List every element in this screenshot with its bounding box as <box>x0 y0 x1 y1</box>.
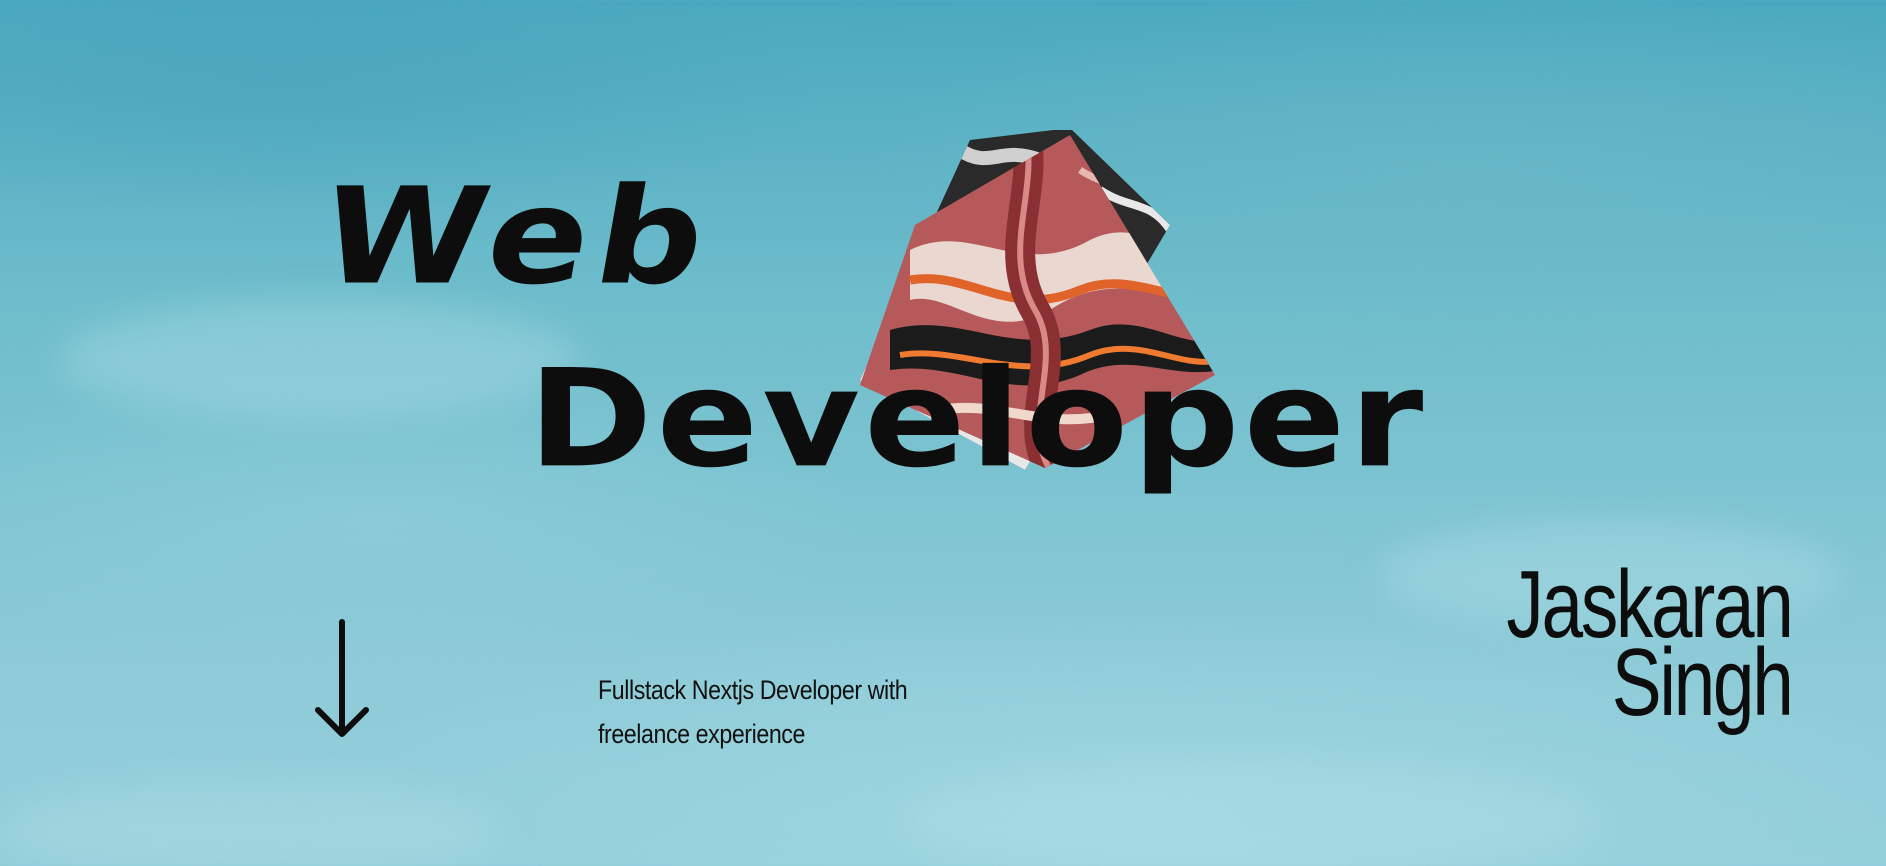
hero-tagline: Fullstack Nextjs Developer with freelanc… <box>598 675 908 749</box>
background-cloud <box>0 780 500 866</box>
author-name: Jaskaran Singh <box>1507 557 1794 731</box>
background-cloud <box>900 760 1600 866</box>
background-cloud <box>60 300 580 420</box>
hero-title-developer: Developer <box>528 341 1428 498</box>
hero-title-web: Web <box>309 159 726 314</box>
arrow-down-icon[interactable] <box>312 618 372 742</box>
